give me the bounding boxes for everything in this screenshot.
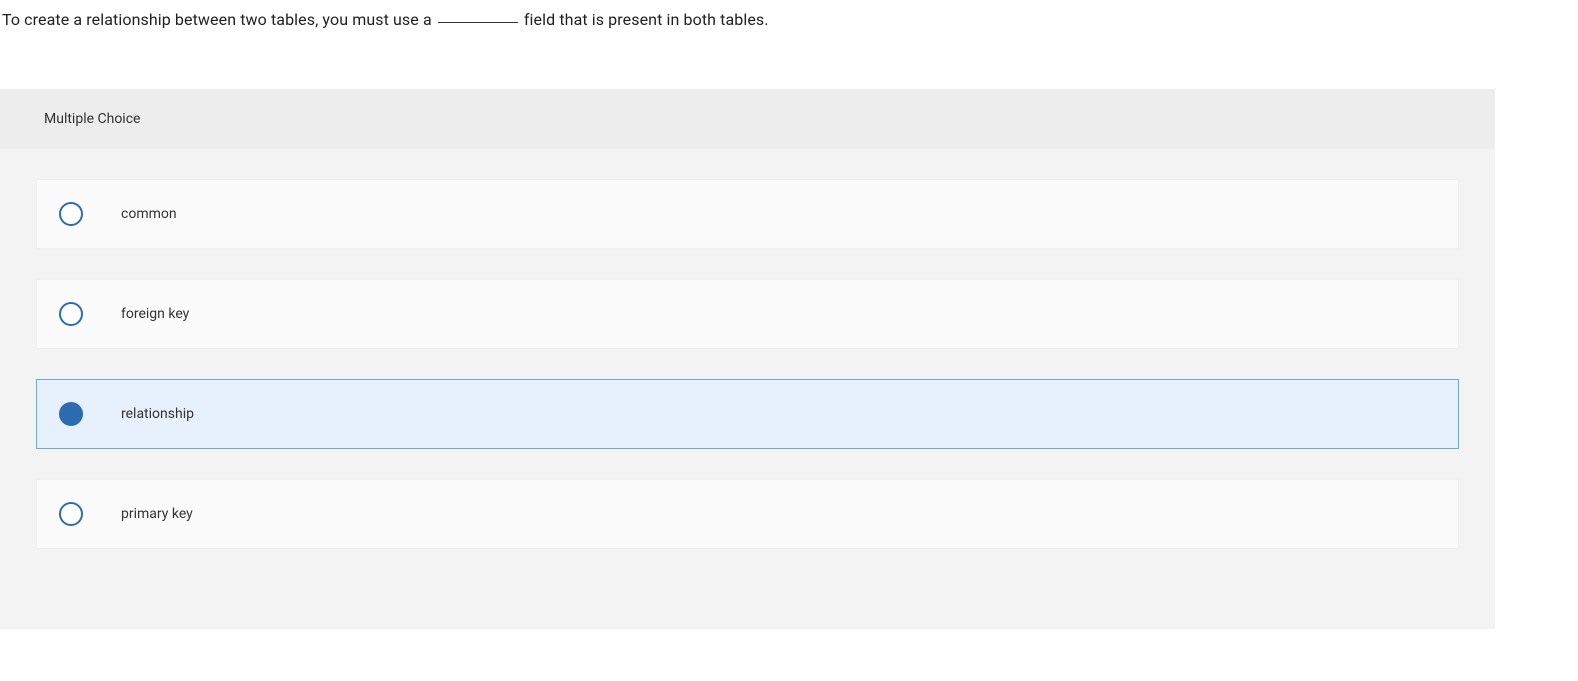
option-common[interactable]: common [36,179,1459,249]
option-label: foreign key [121,306,189,322]
answer-panel: Multiple Choice common foreign key relat… [0,89,1495,629]
option-label: common [121,206,177,222]
radio-icon [59,202,83,226]
radio-icon [59,302,83,326]
fill-blank [438,22,518,23]
option-primary-key[interactable]: primary key [36,479,1459,549]
option-label: relationship [121,406,194,422]
panel-header: Multiple Choice [0,89,1495,149]
question-part2: field that is present in both tables. [520,10,769,29]
option-relationship[interactable]: relationship [36,379,1459,449]
question-part1: To create a relationship between two tab… [2,10,436,29]
option-label: primary key [121,506,193,522]
question-text: To create a relationship between two tab… [0,0,1578,29]
radio-icon [59,502,83,526]
options-list: common foreign key relationship primary … [0,149,1495,549]
option-foreign-key[interactable]: foreign key [36,279,1459,349]
radio-icon [59,402,83,426]
